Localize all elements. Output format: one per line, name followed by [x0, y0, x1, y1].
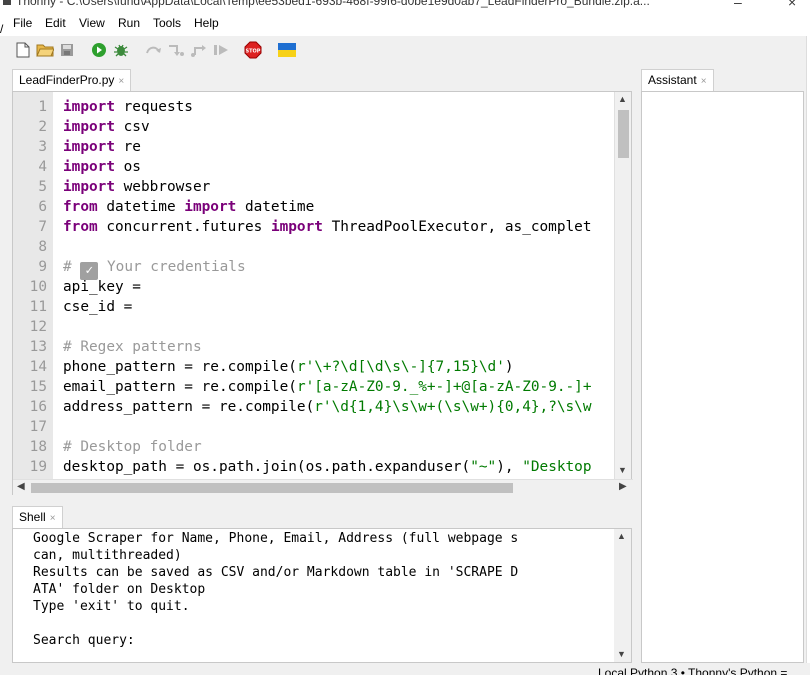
title-bar: Thonny - C:\Users\fund\AppData\Local\Tem…: [0, 0, 810, 10]
line-number: 11: [29, 299, 47, 315]
menu-tools[interactable]: Tools: [153, 16, 181, 30]
code-line-comment: # Desktop folder: [63, 439, 202, 455]
shell-output: Google Scraper for Name, Phone, Email, A…: [33, 531, 519, 648]
window-edge-mark: /: [0, 22, 4, 36]
resume-icon[interactable]: [212, 41, 230, 59]
line-number: 13: [29, 339, 47, 355]
code-line: phone_pattern = re.compile(r'\+?\d[\d\s\…: [63, 359, 514, 375]
tab-leadfinderpro[interactable]: LeadFinderPro.py ×: [12, 69, 132, 91]
tab-label: Assistant: [648, 73, 697, 87]
code-text-area[interactable]: import requests import csv import re imp…: [53, 92, 616, 479]
line-number: 2: [38, 119, 47, 135]
line-number: 15: [29, 379, 47, 395]
code-line: from concurrent.futures import ThreadPoo…: [63, 219, 592, 235]
outer-scroll-edge: [806, 36, 810, 666]
code-line-comment: # Regex patterns: [63, 339, 202, 355]
scroll-down-icon[interactable]: ▼: [618, 465, 627, 475]
scroll-down-icon[interactable]: ▼: [617, 649, 626, 659]
code-line-comment: # ✓ Your credentials: [63, 259, 246, 280]
line-number: 4: [38, 159, 47, 175]
step-out-icon[interactable]: [190, 41, 208, 59]
code-line: email_pattern = re.compile(r'[a-zA-Z0-9.…: [63, 379, 592, 395]
window-title: Thonny - C:\Users\fund\AppData\Local\Tem…: [16, 0, 650, 8]
scroll-left-icon[interactable]: ◀: [17, 481, 25, 492]
line-number: 12: [29, 319, 47, 335]
line-number: 14: [29, 359, 47, 375]
menu-help[interactable]: Help: [194, 16, 219, 30]
thonny-window: Thonny - C:\Users\fund\AppData\Local\Tem…: [0, 0, 810, 675]
menu-file[interactable]: File: [13, 16, 32, 30]
code-line: import requests: [63, 99, 193, 115]
line-number-gutter: 1 2 3 4 5 6 7 8 9 10 11 12 13 14 15 16 1…: [13, 92, 53, 479]
scroll-thumb[interactable]: [31, 483, 513, 493]
ukraine-flag-icon[interactable]: [278, 41, 296, 59]
minimize-button[interactable]: –: [734, 0, 746, 10]
line-number: 18: [29, 439, 47, 455]
code-line: from datetime import datetime: [63, 199, 315, 215]
interpreter-status[interactable]: Local Python 3 • Thonny's Python =: [598, 666, 787, 675]
line-number: 16: [29, 399, 47, 415]
close-tab-icon[interactable]: ×: [701, 76, 707, 87]
scroll-right-icon[interactable]: ▶: [619, 481, 627, 492]
tab-shell[interactable]: Shell ×: [12, 506, 63, 528]
code-line: import re: [63, 139, 141, 155]
menu-view[interactable]: View: [79, 16, 105, 30]
menu-run[interactable]: Run: [118, 16, 140, 30]
debug-bug-icon[interactable]: [112, 41, 130, 59]
shell-console[interactable]: Google Scraper for Name, Phone, Email, A…: [12, 528, 632, 663]
line-number: 19: [29, 459, 47, 475]
code-line: import os: [63, 159, 141, 175]
editor-horizontal-scrollbar[interactable]: ◀ ▶: [13, 479, 633, 495]
line-number: 17: [29, 419, 47, 435]
line-number: 8: [38, 239, 47, 255]
save-icon[interactable]: [58, 41, 76, 59]
scroll-up-icon[interactable]: ▲: [617, 531, 626, 541]
scroll-up-icon[interactable]: ▲: [618, 94, 627, 104]
code-editor[interactable]: 1 2 3 4 5 6 7 8 9 10 11 12 13 14 15 16 1…: [12, 91, 633, 495]
line-number: 7: [38, 219, 47, 235]
scroll-thumb[interactable]: [618, 110, 629, 158]
code-line: address_pattern = re.compile(r'\d{1,4}\s…: [63, 399, 592, 415]
close-tab-icon[interactable]: ×: [118, 76, 124, 87]
line-number: 1: [38, 99, 47, 115]
thonny-logo-icon: [3, 0, 11, 5]
line-number: 5: [38, 179, 47, 195]
line-number: 3: [38, 139, 47, 155]
line-number: 6: [38, 199, 47, 215]
close-window-button[interactable]: ×: [788, 0, 800, 10]
shell-vertical-scrollbar[interactable]: ▲ ▼: [614, 529, 631, 662]
menu-bar: / File Edit View Run Tools Help: [0, 10, 810, 36]
toolbar: STOP: [0, 36, 810, 64]
code-line: api_key =: [63, 279, 150, 295]
line-number: 9: [38, 259, 47, 275]
new-file-icon[interactable]: [14, 41, 32, 59]
run-icon[interactable]: [90, 41, 108, 59]
tab-label: LeadFinderPro.py: [19, 73, 115, 87]
tab-label: Shell: [19, 510, 46, 524]
close-tab-icon[interactable]: ×: [50, 513, 56, 524]
step-into-icon[interactable]: [167, 41, 185, 59]
line-number: 10: [29, 279, 47, 295]
stop-icon[interactable]: STOP: [244, 41, 262, 59]
status-bar: Local Python 3 • Thonny's Python =: [0, 663, 810, 675]
code-line: cse_id =: [63, 299, 141, 315]
tab-assistant[interactable]: Assistant ×: [641, 69, 714, 91]
menu-edit[interactable]: Edit: [45, 16, 66, 30]
editor-vertical-scrollbar[interactable]: ▲ ▼: [614, 92, 631, 479]
code-line: desktop_path = os.path.join(os.path.expa…: [63, 459, 592, 475]
open-folder-icon[interactable]: [36, 41, 54, 59]
assistant-panel: [641, 91, 804, 663]
code-line: import webbrowser: [63, 179, 211, 195]
step-over-icon[interactable]: [145, 41, 163, 59]
code-line: import csv: [63, 119, 150, 135]
svg-text:STOP: STOP: [246, 49, 261, 55]
